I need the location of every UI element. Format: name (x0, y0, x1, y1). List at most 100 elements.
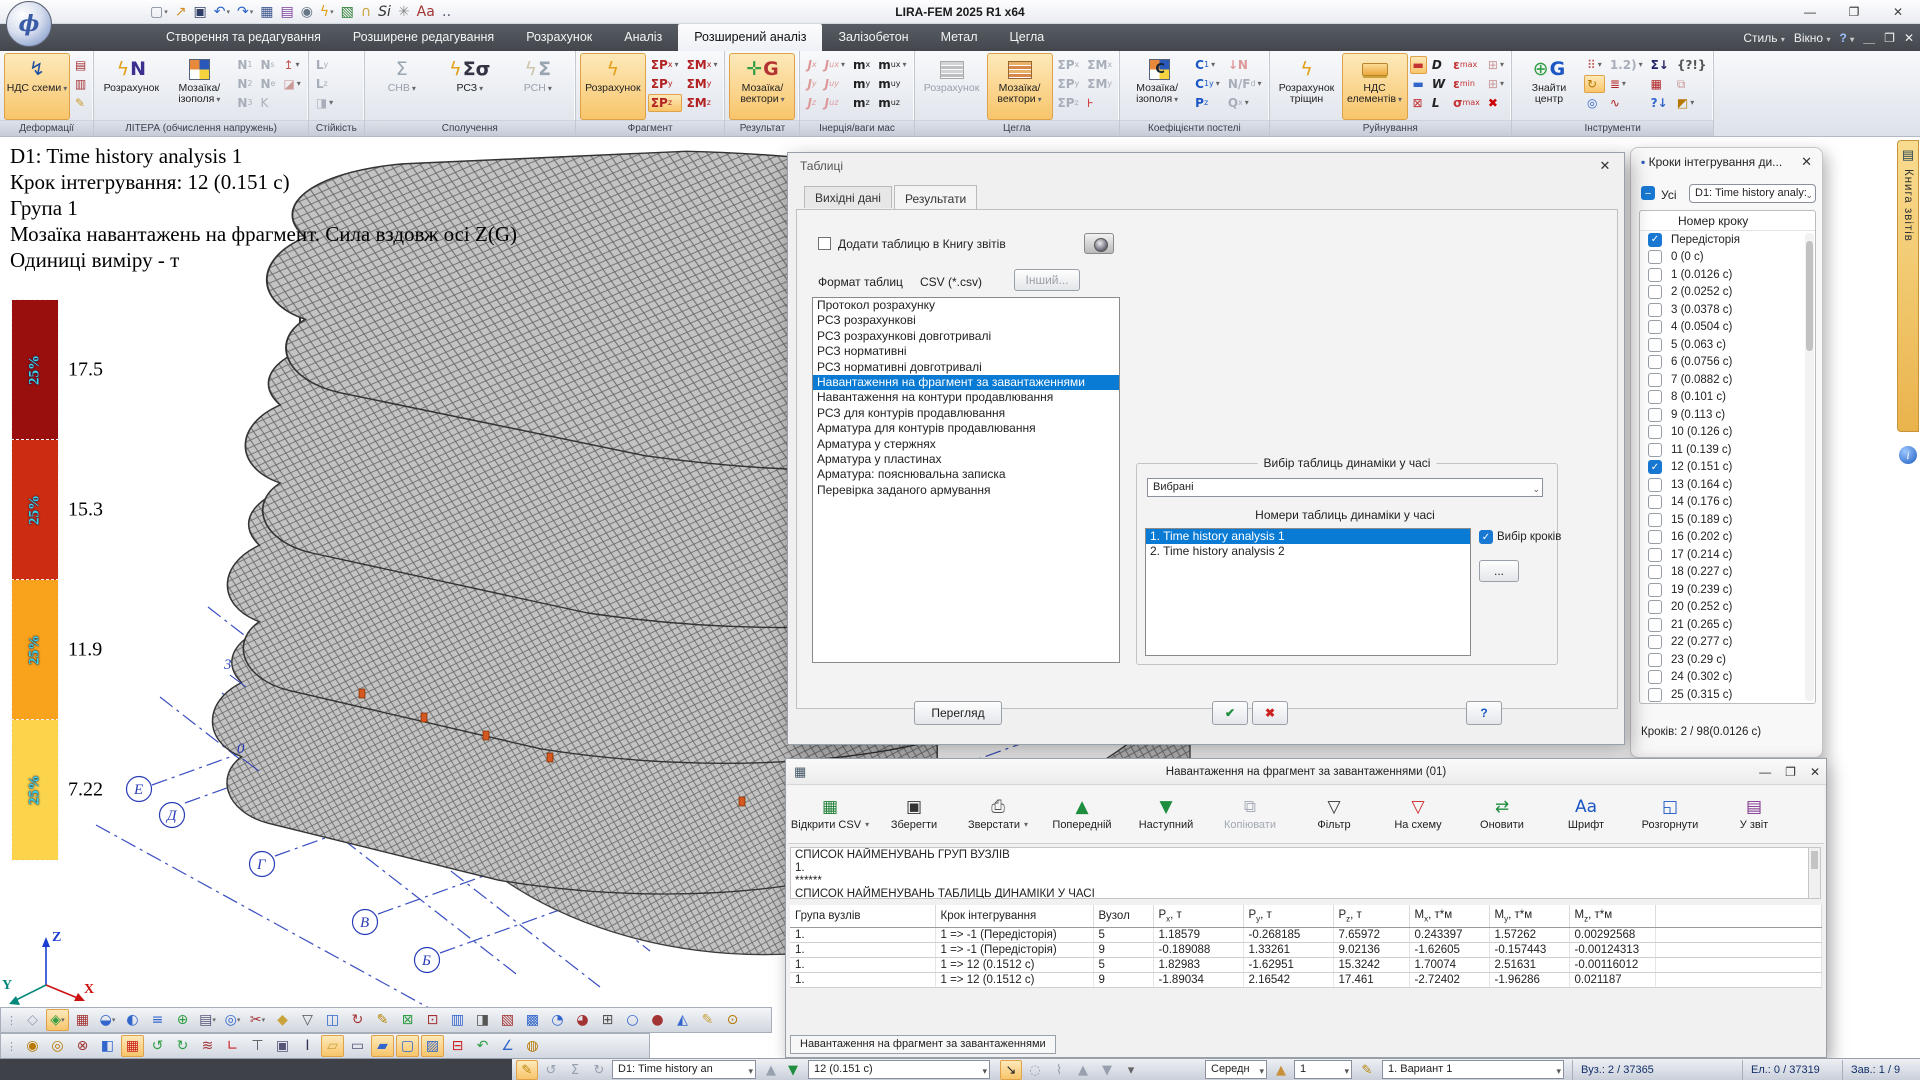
statusbar-icon[interactable]: ✎ (516, 1060, 538, 1080)
ribbon-tab[interactable]: Залізобетон (822, 24, 924, 51)
step-row[interactable]: 10 (0.126 с) (1640, 424, 1815, 442)
step-row[interactable]: 24 (0.302 с) (1640, 669, 1815, 687)
ribbon-small-button[interactable]: Lz (313, 75, 336, 93)
step-row[interactable]: 16 (0.202 с) (1640, 529, 1815, 547)
step-row[interactable]: 5 (0.063 с) (1640, 336, 1815, 354)
step-checkbox[interactable] (1648, 530, 1662, 544)
dialog-close-icon[interactable]: ✕ (1594, 156, 1616, 176)
ribbon-small-button[interactable]: Jz (804, 94, 819, 112)
step-checkbox[interactable] (1648, 408, 1662, 422)
step-row[interactable]: 2 (0.0252 с) (1640, 284, 1815, 302)
ribbon-big-button[interactable]: CМозаїка/ізополя▾ (1124, 53, 1190, 120)
snapshot-icon[interactable]: ◉ (301, 5, 313, 19)
preview-button[interactable]: Перегляд (914, 701, 1002, 725)
toolbar-icon[interactable]: ◎ (46, 1035, 69, 1057)
toolbar-icon[interactable]: ◔ (546, 1009, 569, 1031)
step-checkbox[interactable] (1648, 513, 1662, 527)
step-checkbox[interactable] (1648, 548, 1662, 562)
step-row[interactable]: 14 (0.176 с) (1640, 494, 1815, 512)
ribbon-small-button[interactable]: mux▾ (875, 56, 909, 74)
wand-icon[interactable]: ✎ (1356, 1060, 1378, 1080)
table-toolbar-button[interactable]: ▤У звіт (1712, 786, 1796, 843)
toolbar-icon[interactable]: ↻ (171, 1035, 194, 1057)
toolbar-icon[interactable]: ⊞ (596, 1009, 619, 1031)
ribbon-big-button[interactable]: Мозаїка/ізополя▾ (166, 53, 232, 120)
ribbon-small-button[interactable]: ◩▾ (1674, 94, 1710, 112)
toolbar-icon[interactable]: ◈▾ (46, 1009, 69, 1031)
step-row[interactable]: 9 (0.113 с) (1640, 406, 1815, 424)
statusbar-icon[interactable]: ▾ (1120, 1060, 1142, 1080)
ribbon-small-button[interactable]: Jy (804, 75, 819, 93)
settings-icon[interactable]: ✳ (398, 5, 410, 19)
ribbon-small-button[interactable]: ΣPz (1055, 94, 1083, 112)
step-row[interactable]: 21 (0.265 с) (1640, 616, 1815, 634)
table-toolbar-button[interactable]: ⎙Зверстати▾ (956, 786, 1040, 843)
open-icon[interactable]: ↗ (175, 5, 187, 19)
tab-results[interactable]: Результати (894, 185, 977, 209)
ribbon-big-button[interactable]: Розрахунок (919, 53, 985, 120)
ok-button[interactable]: ✔ (1212, 701, 1248, 725)
toolbar-icon[interactable]: ◎▾ (221, 1009, 244, 1031)
step-checkbox[interactable] (1648, 425, 1662, 439)
toolbar-icon[interactable]: ◇ (21, 1009, 44, 1031)
step-checkbox[interactable] (1648, 583, 1662, 597)
ribbon-small-button[interactable]: mx (850, 56, 873, 74)
toolbar-icon[interactable]: ∟ (221, 1035, 244, 1057)
info-scrollbar[interactable] (1808, 847, 1821, 899)
ribbon-small-button[interactable]: ⊦ (1084, 94, 1115, 112)
ribbon-small-button[interactable]: N2 (234, 75, 255, 93)
toolbar-icon[interactable]: ⊠ (396, 1009, 419, 1031)
step-checkbox[interactable]: ✓ (1648, 460, 1662, 474)
step-checkbox[interactable] (1648, 618, 1662, 632)
toolbar-icon[interactable]: ⊙ (721, 1009, 744, 1031)
ribbon-big-button[interactable]: ✛GМозаїка/вектори▾ (729, 53, 795, 120)
toolbar-icon[interactable]: ◫ (321, 1009, 344, 1031)
ribbon-small-button[interactable]: ⊞▾ (1485, 75, 1507, 93)
ribbon-tab[interactable]: Розширене редагування (337, 24, 510, 51)
ribbon-small-button[interactable]: Pz (1192, 94, 1223, 112)
step-checkbox[interactable] (1648, 443, 1662, 457)
step-down-icon[interactable]: ▼ (782, 1060, 804, 1080)
step-checkbox[interactable] (1648, 688, 1662, 702)
toolbar-icon[interactable]: ⊗ (71, 1035, 94, 1057)
ribbon-small-button[interactable]: ▬ (1410, 75, 1427, 93)
ribbon-small-button[interactable]: {?!} (1674, 56, 1710, 74)
ribbon-small-button[interactable]: L (1429, 94, 1448, 112)
table-list-item[interactable]: РСЗ для контурів продавлювання (813, 406, 1119, 421)
ribbon-small-button[interactable]: ▥ (72, 75, 89, 93)
ribbon-tab[interactable]: Аналіз (608, 24, 678, 51)
toolbar-icon[interactable]: ↻ (346, 1009, 369, 1031)
table-row[interactable]: 1.1 => 12 (0.1512 с)9-1.890342.1654217.4… (790, 972, 1822, 987)
maximize-button[interactable]: ❐ (1832, 0, 1876, 26)
format-icon[interactable]: Aa (417, 5, 435, 19)
table-list-item[interactable]: РСЗ нормативні (813, 344, 1119, 359)
ribbon-small-button[interactable]: my (850, 75, 873, 93)
ribbon-small-button[interactable]: N1 (234, 56, 255, 74)
minimize-button[interactable]: — (1788, 0, 1832, 26)
statusbar-icon[interactable]: ↘ (1000, 1060, 1022, 1080)
steps-list[interactable]: ✓Передісторія0 (0 с)1 (0.0126 с)2 (0.025… (1640, 231, 1815, 704)
all-steps-checkbox[interactable]: – (1641, 186, 1655, 200)
ribbon-tab[interactable]: Метал (925, 24, 994, 51)
other-format-button[interactable]: Інший... (1014, 269, 1080, 291)
table-list-item[interactable]: Арматура для контурів продавлювання (813, 421, 1119, 436)
report-book-tab[interactable]: ▤ Книга звітів (1897, 140, 1919, 432)
step-row[interactable]: 11 (0.139 с) (1640, 441, 1815, 459)
ribbon-small-button[interactable]: ΣMx▾ (684, 56, 721, 74)
ribbon-small-button[interactable]: ⠿▾ (1584, 56, 1605, 74)
statusbar-variant-dropdown[interactable]: 1. Вариант 1▾ (1382, 1060, 1564, 1079)
toolbar-icon[interactable]: I (296, 1035, 319, 1057)
ribbon-small-button[interactable]: C1y▾ (1192, 75, 1223, 93)
window-menu[interactable]: Вікно ▾ (1794, 31, 1831, 45)
step-row[interactable]: 19 (0.239 с) (1640, 581, 1815, 599)
ribbon-small-button[interactable]: muz (875, 94, 909, 112)
table-list-item[interactable]: Арматура у стержнях (813, 437, 1119, 452)
help-menu[interactable]: ? ▾ (1839, 31, 1854, 45)
toolbar-icon[interactable]: ▭ (346, 1035, 369, 1057)
ribbon-small-button[interactable]: ✖ (1485, 94, 1507, 112)
statusbar-step-dropdown[interactable]: 12 (0.151 с)▾ (808, 1060, 990, 1079)
statusbar-icon[interactable]: ⌇ (1048, 1060, 1070, 1080)
step-checkbox[interactable]: ✓ (1648, 233, 1662, 247)
step-checkbox[interactable] (1648, 478, 1662, 492)
toolbar-icon[interactable]: ≡ (146, 1009, 169, 1031)
